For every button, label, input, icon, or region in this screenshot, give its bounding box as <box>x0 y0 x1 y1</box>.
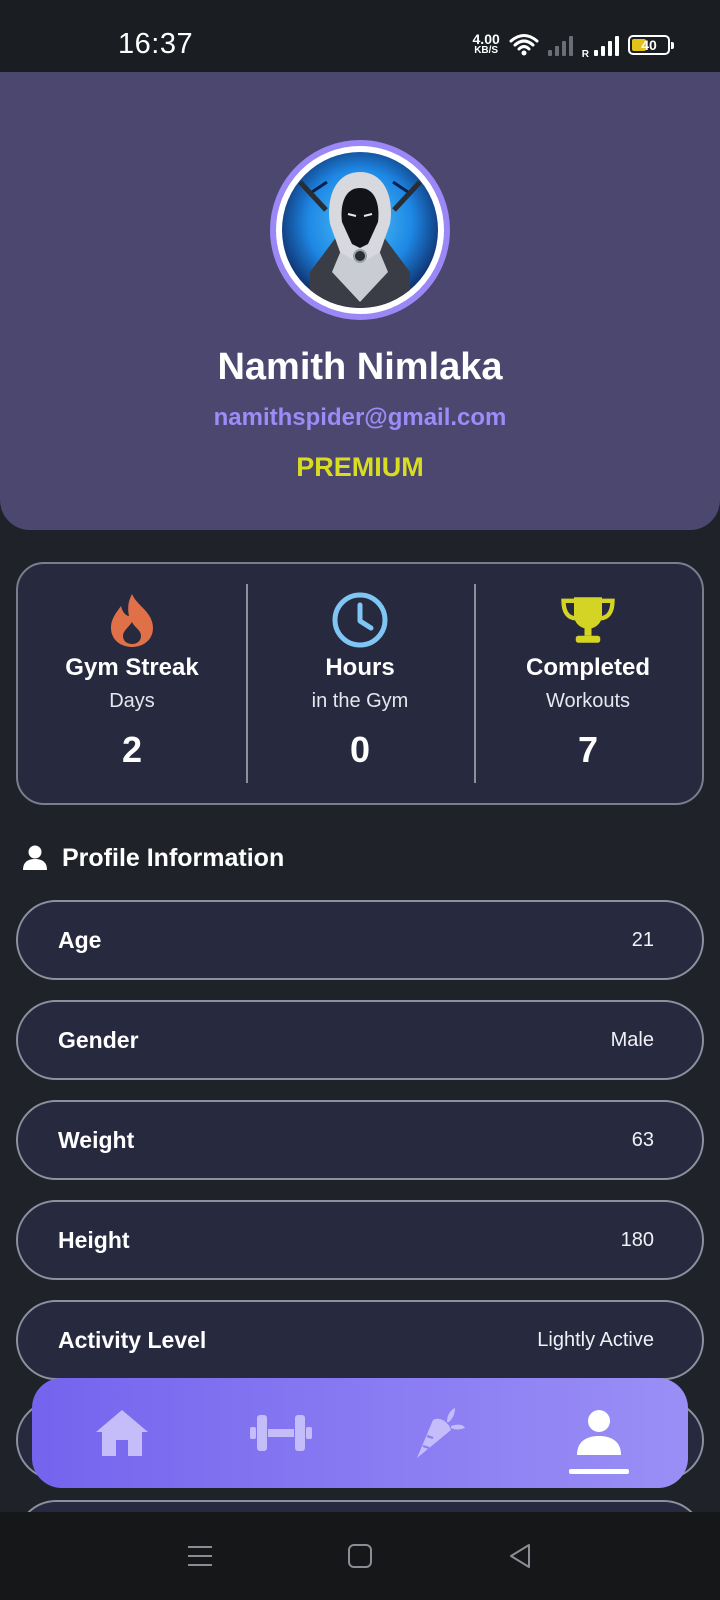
home-icon <box>95 1410 148 1456</box>
network-speed: 4.00 KB/S <box>472 31 500 57</box>
carrot-icon <box>416 1408 465 1458</box>
bottom-nav <box>32 1378 688 1488</box>
info-row-activity-level[interactable]: Activity Level Lightly Active <box>16 1300 704 1380</box>
nav-workouts[interactable] <box>236 1388 326 1478</box>
section-title: Profile Information <box>62 843 285 872</box>
home-button[interactable] <box>340 1536 380 1576</box>
profile-info-heading: Profile Information <box>22 842 284 874</box>
info-value: Lightly Active <box>537 1328 654 1351</box>
nav-nutrition[interactable] <box>395 1388 485 1478</box>
network-speed-value: 4.00 <box>472 31 500 47</box>
back-triangle-icon <box>510 1544 530 1568</box>
stat-value: 0 <box>349 729 371 770</box>
square-icon <box>348 1544 372 1568</box>
stat-title: Completed <box>525 654 650 681</box>
info-row-age[interactable]: Age 21 <box>16 900 704 980</box>
clock-icon <box>332 592 388 648</box>
recents-button[interactable] <box>180 1536 220 1576</box>
avatar[interactable] <box>270 140 450 320</box>
stat-subtitle: Workouts <box>545 690 631 712</box>
status-indicators: 4.00 KB/S R 40 <box>472 30 674 60</box>
info-value: 63 <box>631 1128 654 1151</box>
battery-icon: 40 <box>628 35 674 55</box>
info-value: 180 <box>620 1228 654 1251</box>
roaming-label: R <box>581 49 589 60</box>
info-row-height[interactable]: Height 180 <box>16 1200 704 1280</box>
nav-profile[interactable] <box>554 1388 644 1478</box>
nav-home[interactable] <box>77 1388 167 1478</box>
person-icon <box>23 845 47 870</box>
battery-level: 40 <box>641 37 657 53</box>
info-label: Weight <box>58 1126 135 1153</box>
trophy-icon <box>560 592 616 648</box>
info-label: Age <box>58 926 102 953</box>
info-label: Gender <box>58 1026 139 1053</box>
profile-header: Namith Nimlaka namithspider@gmail.com PR… <box>0 72 720 530</box>
fire-icon <box>104 592 160 648</box>
stat-value: 7 <box>577 729 599 770</box>
back-button[interactable] <box>500 1536 540 1576</box>
profile-icon <box>576 1410 621 1455</box>
profile-info-list: Age 21 Gender Male Weight 63 Height 180 … <box>16 900 704 1400</box>
stat-gym-streak: Gym Streak Days 2 <box>18 564 246 803</box>
user-email: namithspider@gmail.com <box>213 404 507 431</box>
status-time: 16:37 <box>118 28 194 60</box>
signal-sim2-icon <box>594 34 619 56</box>
info-row-weight[interactable]: Weight 63 <box>16 1100 704 1180</box>
network-speed-unit: KB/S <box>474 45 499 56</box>
avatar-image <box>282 152 438 308</box>
stat-completed: Completed Workouts 7 <box>474 564 702 803</box>
stat-value: 2 <box>121 729 143 770</box>
stat-subtitle: Days <box>109 690 155 712</box>
menu-icon <box>188 1546 212 1566</box>
status-bar: 16:37 4.00 KB/S R 40 <box>0 0 720 72</box>
info-value: Male <box>610 1028 654 1051</box>
plan-badge: PREMIUM <box>296 452 424 482</box>
stat-hours: Hours in the Gym 0 <box>246 564 474 803</box>
stat-subtitle: in the Gym <box>311 690 409 712</box>
stat-title: Hours <box>325 654 395 681</box>
wifi-icon <box>509 34 539 56</box>
info-row-gender[interactable]: Gender Male <box>16 1000 704 1080</box>
stat-title: Gym Streak <box>65 654 199 681</box>
info-value: 21 <box>631 928 654 951</box>
dumbbell-icon <box>249 1415 312 1451</box>
info-label: Activity Level <box>58 1326 207 1353</box>
info-label: Height <box>58 1226 130 1253</box>
user-name: Namith Nimlaka <box>217 346 503 388</box>
system-nav-bar <box>0 1512 720 1600</box>
stats-card: Gym Streak Days 2 Hours in the Gym 0 Com… <box>16 562 704 805</box>
signal-sim1-icon <box>547 34 573 56</box>
